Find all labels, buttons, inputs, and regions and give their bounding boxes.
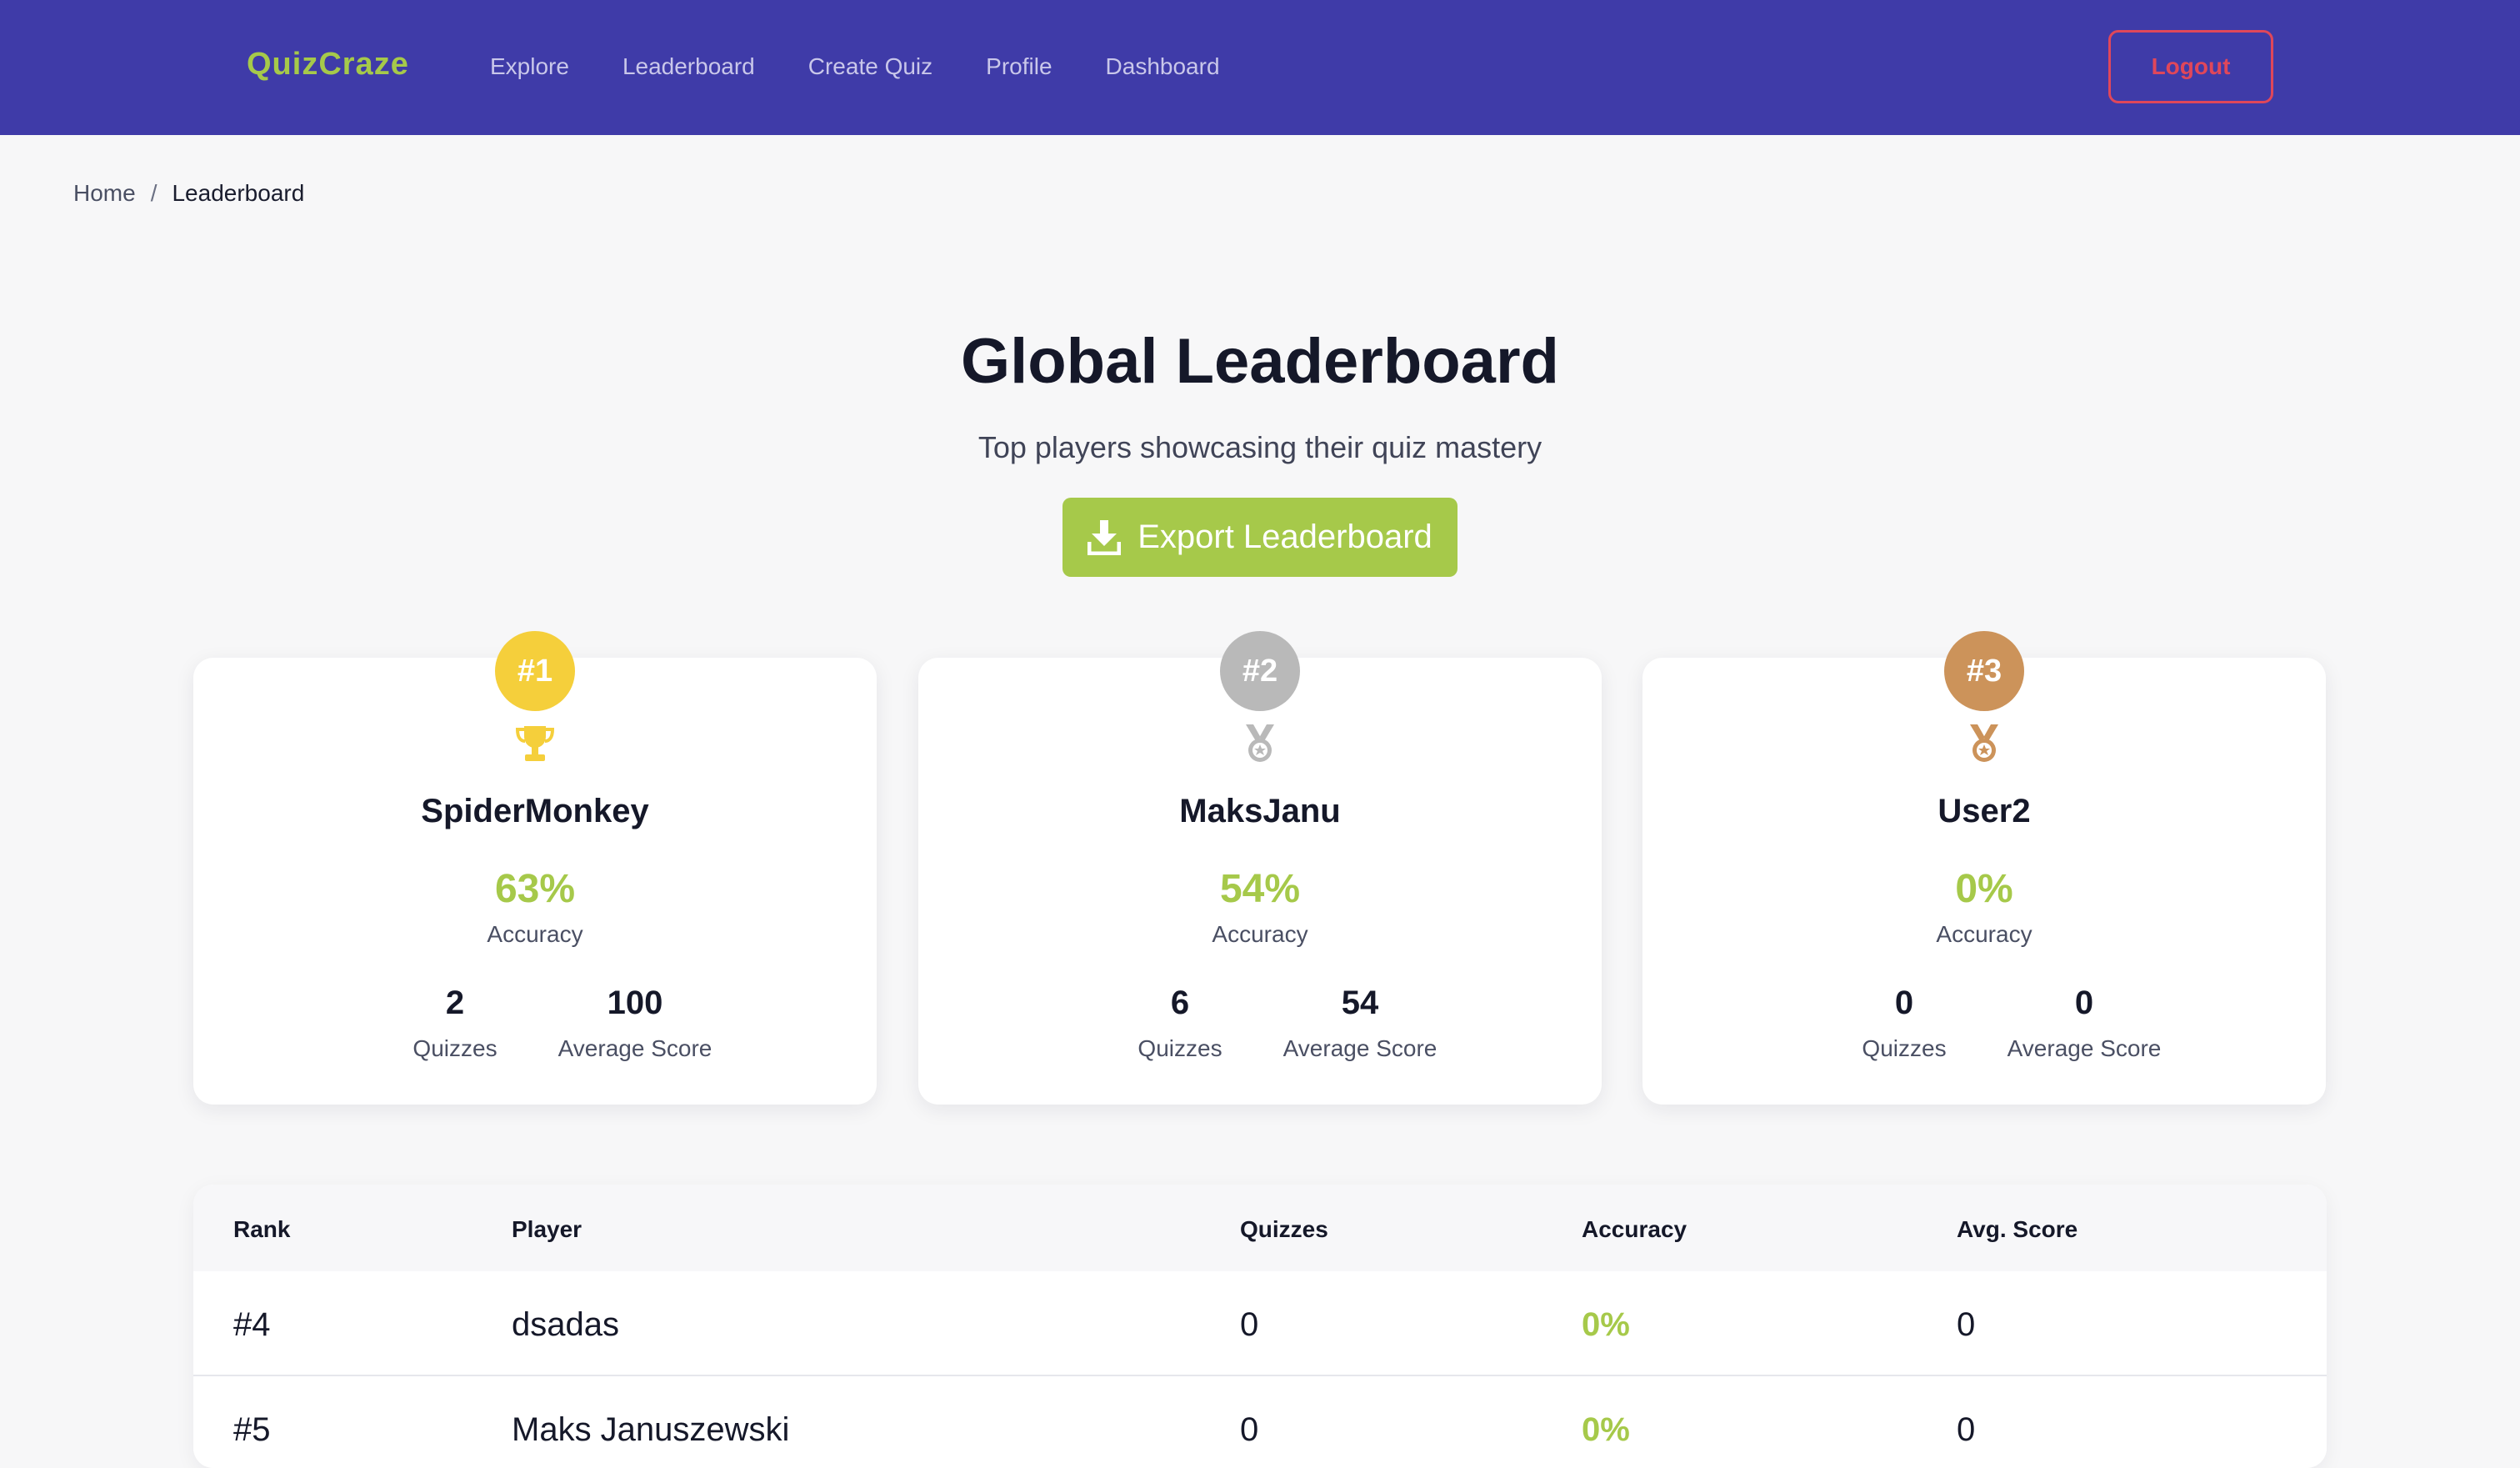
export-button-label: Export Leaderboard bbox=[1138, 519, 1432, 555]
podium-card-first[interactable]: #1 SpiderMonkey 63% Accuracy 2 Quizzes 1… bbox=[193, 631, 877, 1105]
accuracy-label: Accuracy bbox=[1936, 921, 2032, 947]
page-title: Global Leaderboard bbox=[961, 326, 1559, 397]
player-name[interactable]: SpiderMonkey bbox=[193, 793, 877, 830]
player-cell[interactable]: Maks Januszewski bbox=[512, 1411, 789, 1449]
nav-link-profile[interactable]: Profile bbox=[986, 53, 1052, 80]
export-leaderboard-button[interactable]: Export Leaderboard bbox=[1062, 498, 1458, 577]
average-score-stat: 54 Average Score bbox=[1252, 985, 1468, 1062]
average-score-value: 0 bbox=[2074, 985, 2094, 1021]
player-name[interactable]: MaksJanu bbox=[918, 793, 1602, 830]
table-row[interactable]: #4 dsadas 0 0% 0 bbox=[193, 1271, 2327, 1376]
accuracy-cell: 0% bbox=[1582, 1411, 1630, 1448]
average-score-label: Average Score bbox=[558, 1035, 712, 1061]
column-header-player[interactable]: Player bbox=[512, 1216, 582, 1243]
trophy-icon bbox=[515, 726, 555, 761]
accuracy-value: 63% bbox=[494, 867, 576, 911]
accuracy-value: 54% bbox=[1219, 867, 1301, 911]
top-navbar: QuizCraze Explore Leaderboard Create Qui… bbox=[0, 0, 2520, 135]
rank-badge-gold: #1 bbox=[495, 631, 575, 711]
quizzes-cell: 0 bbox=[1240, 1306, 1259, 1343]
accuracy-label: Accuracy bbox=[1212, 921, 1308, 947]
column-header-avg-score[interactable]: Avg. Score bbox=[1957, 1216, 2078, 1243]
average-score-label: Average Score bbox=[2007, 1035, 2162, 1061]
average-score-stat: 100 Average Score bbox=[527, 985, 743, 1062]
quizzes-cell: 0 bbox=[1240, 1411, 1259, 1448]
breadcrumb-current: Leaderboard bbox=[172, 180, 305, 206]
rank-badge-bronze: #3 bbox=[1944, 631, 2024, 711]
column-header-accuracy[interactable]: Accuracy bbox=[1582, 1216, 1687, 1243]
player-cell[interactable]: dsadas bbox=[512, 1306, 619, 1344]
average-score-stat: 0 Average Score bbox=[1976, 985, 2192, 1062]
nav-link-dashboard[interactable]: Dashboard bbox=[1106, 53, 1220, 80]
column-header-rank[interactable]: Rank bbox=[233, 1216, 290, 1243]
medal-icon bbox=[1970, 724, 1998, 762]
rank-cell: #5 bbox=[233, 1411, 271, 1448]
table-header: Rank Player Quizzes Accuracy Avg. Score bbox=[193, 1185, 2327, 1271]
logout-button[interactable]: Logout bbox=[2108, 30, 2273, 103]
rank-badge-silver: #2 bbox=[1220, 631, 1300, 711]
podium-card-second[interactable]: #2 MaksJanu 54% Accuracy 6 Quizzes 54 Av… bbox=[918, 631, 1602, 1105]
average-score-value: 54 bbox=[1341, 985, 1379, 1021]
average-score-label: Average Score bbox=[1282, 1035, 1438, 1061]
podium-card-third[interactable]: #3 User2 0% Accuracy 0 Quizzes 0 Average… bbox=[1642, 631, 2326, 1105]
average-score-value: 100 bbox=[607, 985, 663, 1021]
nav-link-create-quiz[interactable]: Create Quiz bbox=[808, 53, 932, 80]
download-icon bbox=[1088, 519, 1122, 555]
breadcrumb-home-link[interactable]: Home bbox=[73, 180, 136, 207]
rank-cell: #4 bbox=[233, 1306, 271, 1343]
player-name[interactable]: User2 bbox=[1642, 793, 2326, 830]
accuracy-value: 0% bbox=[1955, 867, 2013, 911]
nav-link-leaderboard[interactable]: Leaderboard bbox=[622, 53, 755, 80]
table-row[interactable]: #5 Maks Januszewski 0 0% 0 bbox=[193, 1376, 2327, 1468]
nav-links: Explore Leaderboard Create Quiz Profile … bbox=[490, 53, 1273, 80]
page-subtitle: Top players showcasing their quiz master… bbox=[978, 430, 1542, 464]
accuracy-label: Accuracy bbox=[487, 921, 583, 947]
breadcrumb: Home / Leaderboard bbox=[73, 180, 304, 207]
avg-score-cell: 0 bbox=[1957, 1411, 1976, 1448]
leaderboard-table: Rank Player Quizzes Accuracy Avg. Score … bbox=[193, 1185, 2327, 1468]
nav-link-explore[interactable]: Explore bbox=[490, 53, 569, 80]
brand-logo[interactable]: QuizCraze bbox=[247, 47, 409, 83]
breadcrumb-separator: / bbox=[150, 180, 158, 206]
avg-score-cell: 0 bbox=[1957, 1306, 1976, 1343]
column-header-quizzes[interactable]: Quizzes bbox=[1240, 1216, 1328, 1243]
medal-icon bbox=[1246, 724, 1274, 762]
accuracy-cell: 0% bbox=[1582, 1306, 1630, 1343]
